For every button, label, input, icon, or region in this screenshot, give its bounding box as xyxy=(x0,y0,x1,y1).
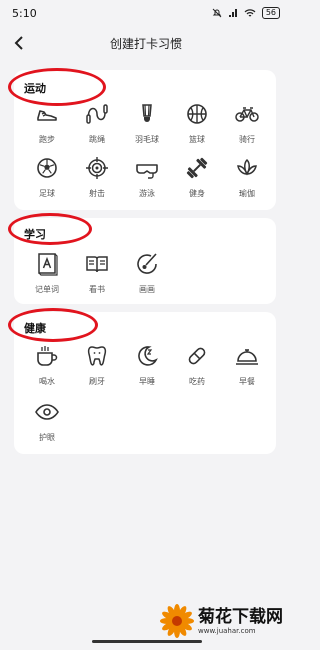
section-health-card: 健康 喝水 刷牙 早睡 吃药 早餐 护眼 xyxy=(14,312,276,454)
wifi-icon xyxy=(244,9,256,17)
habit-reading[interactable]: 看书 xyxy=(72,252,122,302)
palette-icon xyxy=(137,253,157,274)
habit-brush-teeth[interactable]: 刷牙 xyxy=(72,344,122,394)
goggles-icon xyxy=(136,164,158,179)
section-sport-card: 运动 跑步 跳绳 羽毛球 篮球 骑行 足球 射击 游泳 健身 瑜伽 xyxy=(14,70,276,210)
section-title-health: 健康 xyxy=(24,322,46,335)
lotus-icon xyxy=(237,158,257,176)
header: 创建打卡习惯 xyxy=(0,28,292,58)
habit-swimming[interactable]: 游泳 xyxy=(122,156,172,206)
habit-running[interactable]: 跑步 xyxy=(22,102,72,152)
habit-eye-care[interactable]: 护眼 xyxy=(22,400,72,450)
habit-cycling[interactable]: 骑行 xyxy=(222,102,272,152)
habit-label: 跳绳 xyxy=(89,135,105,144)
habit-label: 画画 xyxy=(139,285,155,294)
watermark-title: 菊花下载网 xyxy=(198,607,283,627)
bicycle-icon xyxy=(235,107,259,122)
habit-drawing[interactable]: 画画 xyxy=(122,252,172,302)
moon-icon xyxy=(138,346,158,366)
habit-label: 早睡 xyxy=(139,377,155,386)
habit-badminton[interactable]: 羽毛球 xyxy=(122,102,172,152)
cup-icon xyxy=(37,346,58,366)
habit-sleep-early[interactable]: 早睡 xyxy=(122,344,172,394)
food-cloche-icon xyxy=(236,349,258,365)
back-button[interactable] xyxy=(8,32,30,54)
shoe-icon xyxy=(37,110,57,121)
habit-label: 跑步 xyxy=(39,135,55,144)
habit-basketball[interactable]: 篮球 xyxy=(172,102,222,152)
section-title-sport: 运动 xyxy=(24,82,46,95)
habit-shooting[interactable]: 射击 xyxy=(72,156,122,206)
section-title-study: 学习 xyxy=(24,228,46,241)
dumbbell-icon xyxy=(186,157,208,179)
habit-yoga[interactable]: 瑜伽 xyxy=(222,156,272,206)
habit-label: 喝水 xyxy=(39,377,55,386)
habit-drink-water[interactable]: 喝水 xyxy=(22,344,72,394)
habit-label: 记单词 xyxy=(35,285,59,294)
eye-icon xyxy=(35,404,59,420)
habit-breakfast[interactable]: 早餐 xyxy=(222,344,272,394)
letter-card-icon xyxy=(38,253,58,276)
habit-vocabulary[interactable]: 记单词 xyxy=(22,252,72,302)
habit-label: 骑行 xyxy=(239,135,255,144)
habit-label: 健身 xyxy=(189,189,205,198)
habit-label: 篮球 xyxy=(189,135,205,144)
habit-label: 早餐 xyxy=(239,377,255,386)
habit-label: 羽毛球 xyxy=(135,135,159,144)
back-arrow-icon xyxy=(14,36,23,50)
status-icons: 56 xyxy=(212,7,280,19)
habit-jump-rope[interactable]: 跳绳 xyxy=(72,102,122,152)
status-time: 5:10 xyxy=(12,6,37,20)
target-icon xyxy=(86,157,108,179)
basketball-icon xyxy=(187,104,207,124)
habit-label: 游泳 xyxy=(139,189,155,198)
shuttlecock-icon xyxy=(142,104,152,122)
section-study-card: 学习 记单词 看书 画画 xyxy=(14,218,276,304)
tooth-icon xyxy=(87,346,107,366)
pill-icon xyxy=(188,347,206,365)
habit-label: 足球 xyxy=(39,189,55,198)
battery-indicator: 56 xyxy=(261,7,280,19)
habit-soccer[interactable]: 足球 xyxy=(22,156,72,206)
habit-label: 吃药 xyxy=(189,377,205,386)
habit-label: 瑜伽 xyxy=(239,189,255,198)
silent-icon xyxy=(212,8,222,18)
signal-icon xyxy=(228,9,237,17)
watermark-url: www.juahar.com xyxy=(198,627,256,635)
open-book-icon xyxy=(86,256,108,273)
page-title: 创建打卡习惯 xyxy=(109,36,182,51)
status-bar: 5:10 56 xyxy=(0,0,292,26)
jump-rope-icon xyxy=(86,104,108,124)
habit-fitness[interactable]: 健身 xyxy=(172,156,222,206)
habit-label: 刷牙 xyxy=(89,377,105,386)
habit-label: 射击 xyxy=(89,189,105,198)
habit-label: 看书 xyxy=(89,285,105,294)
watermark: 菊花下载网 www.juahar.com xyxy=(160,598,288,644)
soccer-ball-icon xyxy=(37,158,57,178)
habit-label: 护眼 xyxy=(39,433,55,442)
chrysanthemum-logo-icon xyxy=(160,604,194,638)
habit-take-medicine[interactable]: 吃药 xyxy=(172,344,222,394)
